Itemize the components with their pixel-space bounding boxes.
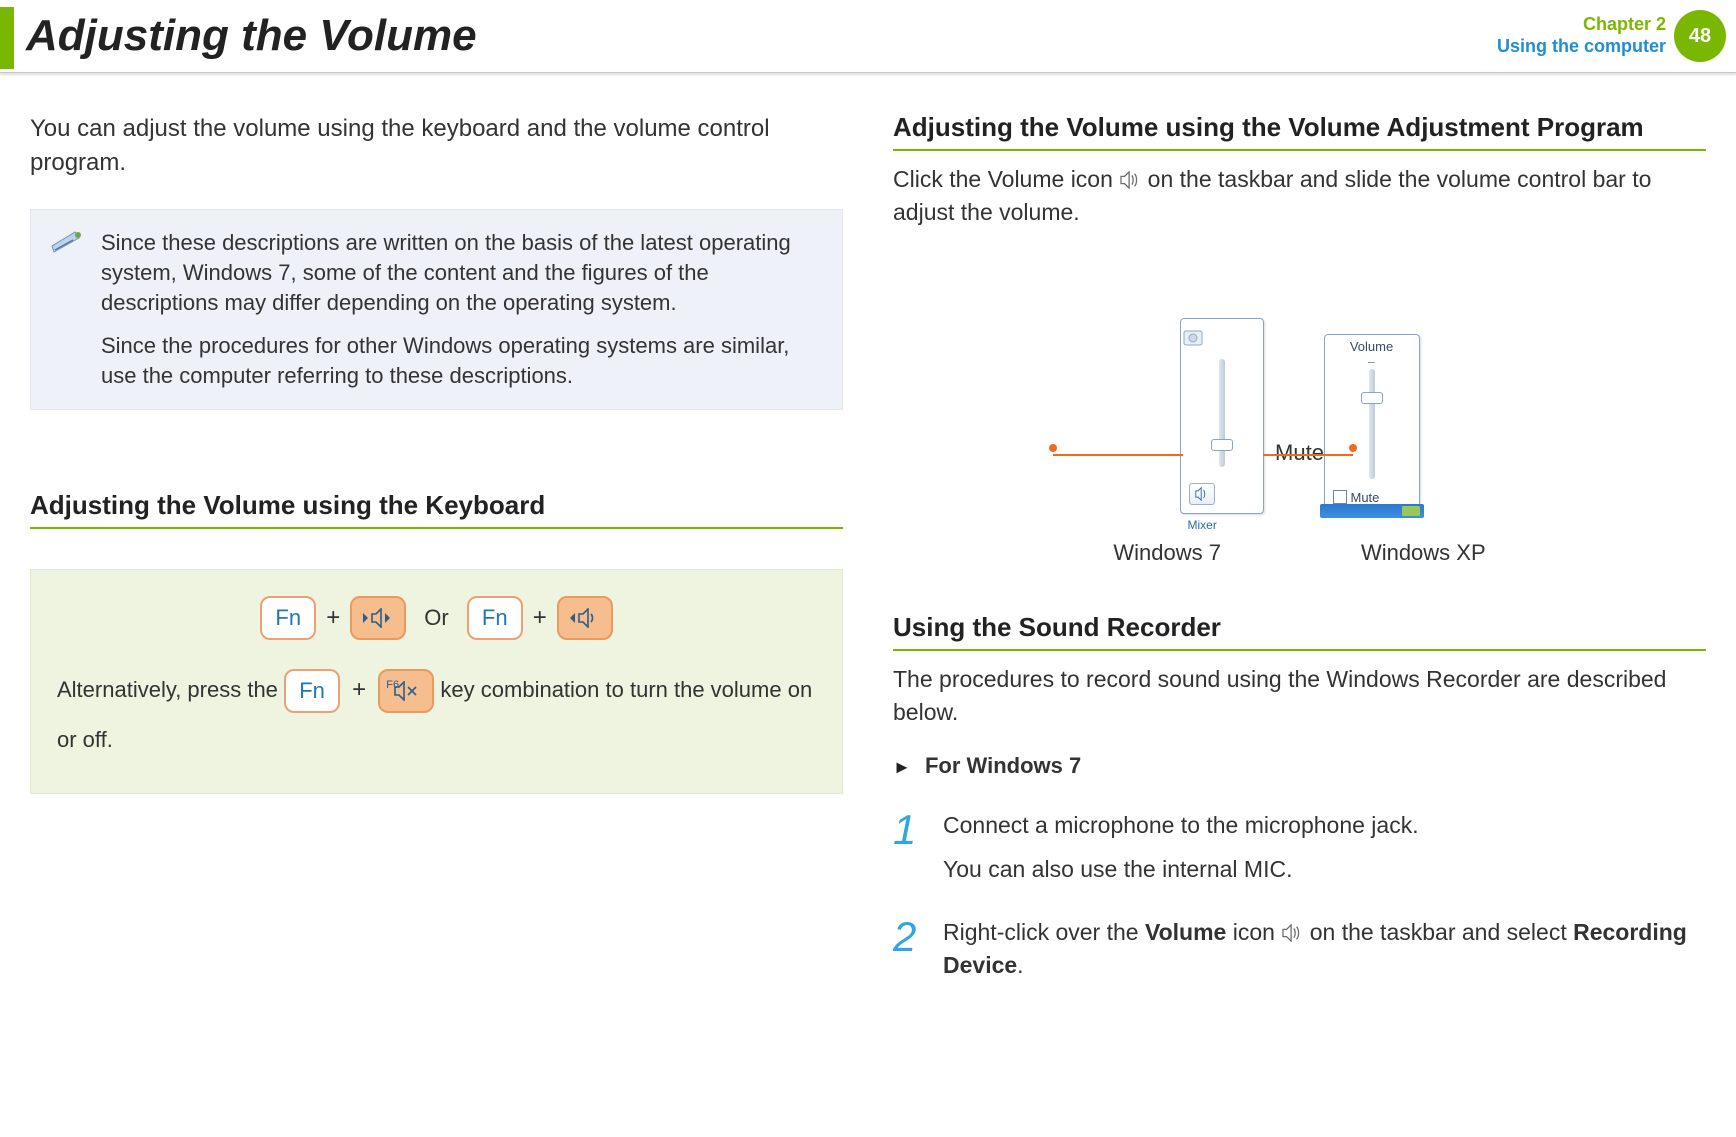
volume-up-key	[557, 596, 613, 640]
section-heading-keyboard: Adjusting the Volume using the Keyboard	[30, 490, 843, 529]
volume-down-key	[350, 596, 406, 640]
step-number: 2	[893, 916, 927, 983]
mute-callout-line-right	[1263, 454, 1353, 456]
note-paragraph-1: Since these descriptions are written on …	[101, 228, 820, 317]
winxp-mute-label: Mute	[1351, 490, 1380, 505]
for-windows-7-row: For Windows 7	[893, 753, 1706, 779]
speaker-icon	[1119, 171, 1141, 189]
volume-slider-thumb	[1211, 439, 1233, 451]
note-paragraph-2: Since the procedures for other Windows o…	[101, 331, 820, 390]
for-windows-7-label: For Windows 7	[925, 753, 1081, 778]
volume-figure: Mixer Volume – Mute Mute	[893, 254, 1706, 514]
chapter-line: Chapter 2	[1497, 14, 1666, 36]
winxp-volume-wrapper: Volume – Mute	[1324, 334, 1420, 514]
os-labels-row: Windows 7 Windows XP	[893, 540, 1706, 566]
fn-key: Fn	[467, 596, 523, 640]
slider-top-mark: –	[1325, 354, 1419, 369]
step1-line2: You can also use the internal MIC.	[943, 853, 1419, 886]
mute-callout-line-left	[1053, 454, 1183, 456]
step-1: 1 Connect a microphone to the microphone…	[893, 809, 1706, 886]
alt-shortcut-line: Alternatively, press the Fn + F6 key com…	[57, 664, 816, 765]
note-box: Since these descriptions are written on …	[30, 209, 843, 409]
section-heading-volume-program: Adjusting the Volume using the Volume Ad…	[893, 112, 1706, 151]
volume-slider-track	[1369, 369, 1375, 479]
speaker-icon	[1281, 924, 1303, 942]
mixer-link: Mixer	[1188, 518, 1217, 532]
win7-volume-popup	[1180, 318, 1264, 514]
step-number: 1	[893, 809, 927, 886]
step-body: Right-click over the Volume icon on the …	[943, 916, 1706, 983]
step2-a: Right-click over the	[943, 919, 1145, 945]
winxp-mute-row: Mute	[1333, 490, 1411, 505]
chapter-subtitle: Using the computer	[1497, 36, 1666, 58]
winxp-volume-popup: Volume – Mute	[1324, 334, 1420, 514]
volume-program-text: Click the Volume icon on the taskbar and…	[893, 163, 1706, 230]
volume-slider-thumb	[1361, 392, 1383, 404]
winxp-taskbar	[1320, 504, 1424, 518]
step-body: Connect a microphone to the microphone j…	[943, 809, 1419, 886]
plus-sign: +	[533, 596, 547, 639]
plus-sign: +	[326, 596, 340, 639]
step2-volume-word: Volume	[1145, 919, 1226, 945]
step2-c: on the taskbar and select	[1310, 919, 1573, 945]
header-accent-bar	[0, 7, 14, 69]
os-label-winxp: Windows XP	[1361, 540, 1486, 566]
os-label-win7: Windows 7	[1113, 540, 1221, 566]
header-divider	[0, 72, 1736, 74]
step2-d: .	[1017, 952, 1023, 978]
mute-callout-dot-right	[1349, 444, 1357, 452]
winxp-mute-checkbox	[1333, 490, 1347, 504]
intro-text: You can adjust the volume using the keyb…	[30, 112, 843, 179]
page-header: Adjusting the Volume Chapter 2 Using the…	[0, 0, 1736, 72]
note-icon	[51, 230, 83, 256]
mute-callout-dot-left	[1049, 444, 1057, 452]
section-heading-sound-recorder: Using the Sound Recorder	[893, 612, 1706, 651]
fn-key: Fn	[284, 669, 340, 713]
alt-prefix: Alternatively, press the	[57, 677, 284, 702]
left-column: You can adjust the volume using the keyb…	[30, 112, 843, 1013]
recorder-intro: The procedures to record sound using the…	[893, 663, 1706, 730]
keyboard-shortcut-box: Fn + Or Fn + Alternatively, press the Fn…	[30, 569, 843, 794]
f6-label: F6	[386, 673, 399, 697]
win7-mute-button	[1189, 483, 1215, 505]
fn-key: Fn	[260, 596, 316, 640]
chapter-block: Chapter 2 Using the computer	[1497, 14, 1666, 57]
step1-line1: Connect a microphone to the microphone j…	[943, 809, 1419, 842]
plus-sign: +	[346, 676, 372, 703]
steps-list: 1 Connect a microphone to the microphone…	[893, 809, 1706, 982]
winxp-volume-title: Volume	[1325, 339, 1419, 354]
step2-b: icon	[1233, 919, 1282, 945]
mute-callout-label: Mute	[1275, 440, 1324, 466]
page-number-badge: 48	[1674, 10, 1726, 62]
win7-volume-wrapper: Mixer	[1180, 318, 1264, 514]
keyboard-row: Fn + Or Fn +	[57, 596, 816, 640]
page-title: Adjusting the Volume	[26, 11, 1497, 61]
speaker-device-icon	[1181, 325, 1209, 353]
mute-key: F6	[378, 669, 434, 713]
vol-text-a: Click the Volume icon	[893, 166, 1119, 192]
step-2: 2 Right-click over the Volume icon on th…	[893, 916, 1706, 983]
step2-text: Right-click over the Volume icon on the …	[943, 916, 1706, 983]
or-label: Or	[416, 598, 456, 638]
right-column: Adjusting the Volume using the Volume Ad…	[893, 112, 1706, 1013]
arrow-bullet-icon	[893, 753, 919, 778]
